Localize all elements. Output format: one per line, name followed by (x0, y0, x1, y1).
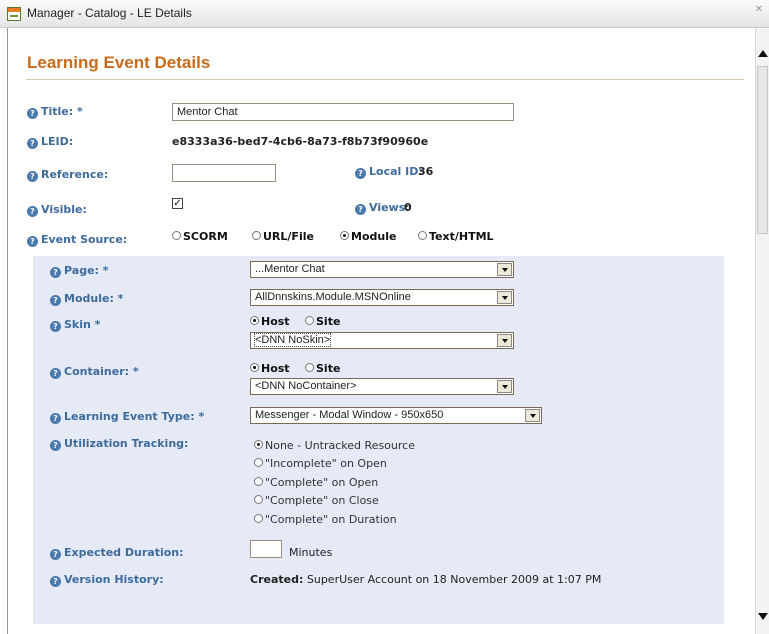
help-icon[interactable]: ? (27, 236, 38, 247)
duration-input[interactable] (250, 540, 282, 558)
container-site-radio[interactable]: Site (305, 362, 340, 375)
radio-selected-icon (250, 363, 259, 372)
help-icon[interactable]: ? (50, 321, 61, 332)
version-history-value: Created: SuperUser Account on 18 Novembe… (250, 573, 601, 586)
app-icon (7, 7, 21, 21)
tracking-option-none[interactable]: None - Untracked Resource (254, 439, 415, 452)
version-history-label: ? Version History: (50, 573, 164, 587)
container-select[interactable]: <DNN NoContainer> (250, 378, 514, 395)
window-close-icon[interactable]: ✕ (755, 4, 763, 15)
help-icon[interactable]: ? (50, 576, 61, 587)
help-icon[interactable]: ? (50, 267, 61, 278)
event-source-scorm-radio[interactable]: SCORM (172, 230, 228, 243)
views-label: ? Views: (355, 201, 410, 215)
module-label: ? Module: * (50, 292, 123, 306)
le-type-label: ? Learning Event Type: * (50, 410, 204, 424)
container-label: ? Container: * (50, 365, 139, 379)
title-label: ? Title: * (27, 105, 83, 119)
radio-selected-icon (250, 316, 259, 325)
reference-label: ? Reference: (27, 168, 108, 182)
help-icon[interactable]: ? (27, 108, 38, 119)
skin-select[interactable]: <DNN NoSkin> (250, 332, 514, 349)
container-host-radio[interactable]: Host (250, 362, 290, 375)
tracking-option-complete-open[interactable]: "Complete" on Open (254, 476, 378, 489)
help-icon[interactable]: ? (50, 549, 61, 560)
local-id-value: 36 (418, 165, 434, 178)
window-title: Manager - Catalog - LE Details (27, 6, 192, 20)
radio-selected-icon (254, 440, 263, 449)
page-label: ? Page: * (50, 264, 109, 278)
page-title: Learning Event Details (27, 53, 211, 72)
vertical-scrollbar[interactable] (755, 28, 769, 634)
chevron-down-icon[interactable] (497, 380, 512, 393)
chevron-down-icon[interactable] (497, 291, 512, 304)
help-icon[interactable]: ? (355, 168, 366, 179)
radio-icon (418, 231, 427, 240)
local-id-label: ? Local ID: (355, 165, 423, 179)
radio-selected-icon (340, 231, 349, 240)
radio-icon (252, 231, 261, 240)
created-label: Created: (250, 573, 304, 586)
reference-input[interactable] (172, 164, 276, 182)
help-icon[interactable]: ? (27, 171, 38, 182)
page-select[interactable]: ...Mentor Chat (250, 261, 514, 278)
scroll-up-arrow-icon[interactable] (758, 50, 768, 57)
help-icon[interactable]: ? (50, 368, 61, 379)
skin-site-radio[interactable]: Site (305, 315, 340, 328)
created-text: SuperUser Account on 18 November 2009 at… (306, 573, 602, 586)
radio-icon (254, 477, 263, 486)
help-icon[interactable]: ? (355, 204, 366, 215)
chevron-down-icon[interactable] (497, 334, 512, 347)
leid-value: e8333a36-bed7-4cb6-8a73-f8b73f90960e (172, 135, 429, 148)
leid-label: ? LEID: (27, 135, 73, 149)
radio-icon (254, 495, 263, 504)
radio-icon (254, 458, 263, 467)
radio-icon (172, 231, 181, 240)
duration-label: ? Expected Duration: (50, 546, 184, 560)
visible-label: ? Visible: (27, 203, 87, 217)
window-left-border (7, 28, 8, 634)
window-titlebar: Manager - Catalog - LE Details ✕ (0, 0, 769, 28)
event-source-texthtml-radio[interactable]: Text/HTML (418, 230, 494, 243)
chevron-down-icon[interactable] (525, 409, 540, 422)
radio-icon (254, 514, 263, 523)
chevron-down-icon[interactable] (497, 263, 512, 276)
scroll-thumb[interactable] (757, 66, 768, 234)
title-input[interactable] (172, 103, 514, 121)
tracking-option-incomplete-open[interactable]: "Incomplete" on Open (254, 457, 387, 470)
duration-unit: Minutes (289, 546, 333, 559)
tracking-option-complete-duration[interactable]: "Complete" on Duration (254, 513, 397, 526)
event-source-label: ? Event Source: (27, 233, 127, 247)
tracking-option-complete-close[interactable]: "Complete" on Close (254, 494, 379, 507)
module-select[interactable]: AllDnnskins.Module.MSNOnline (250, 289, 514, 306)
views-value: 0 (404, 201, 412, 214)
help-icon[interactable]: ? (27, 138, 38, 149)
help-icon[interactable]: ? (50, 440, 61, 451)
radio-icon (305, 363, 314, 372)
help-icon[interactable]: ? (27, 206, 38, 217)
scroll-down-arrow-icon[interactable] (758, 613, 768, 620)
radio-icon (305, 316, 314, 325)
skin-label: ? Skin * (50, 318, 100, 332)
skin-host-radio[interactable]: Host (250, 315, 290, 328)
event-source-urlfile-radio[interactable]: URL/File (252, 230, 314, 243)
tracking-label: ? Utilization Tracking: (50, 437, 188, 451)
help-icon[interactable]: ? (50, 295, 61, 306)
visible-checkbox[interactable]: ✓ (172, 198, 183, 209)
help-icon[interactable]: ? (50, 413, 61, 424)
le-type-select[interactable]: Messenger - Modal Window - 950x650 (250, 407, 542, 424)
title-divider (26, 79, 744, 80)
event-source-module-radio[interactable]: Module (340, 230, 396, 243)
